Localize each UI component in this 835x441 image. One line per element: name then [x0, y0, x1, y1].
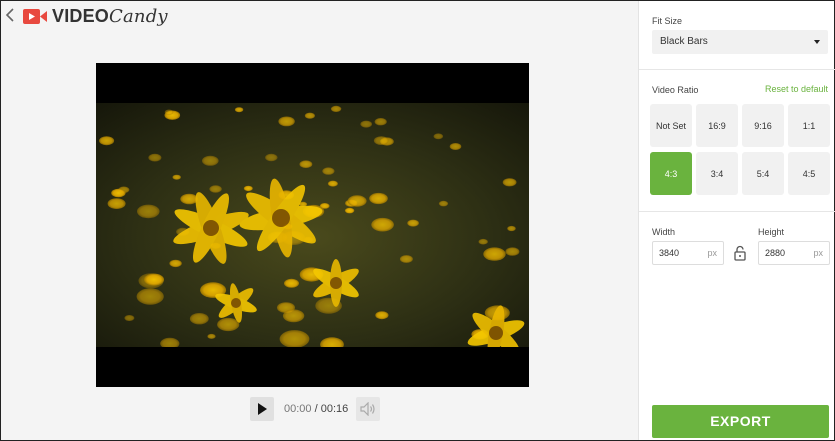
- height-value: 2880: [765, 248, 786, 258]
- back-chevron-icon[interactable]: [5, 7, 17, 25]
- time-separator: /: [311, 403, 321, 415]
- background-flower: [148, 153, 162, 162]
- background-flower: [507, 225, 516, 232]
- duration: 00:16: [320, 403, 349, 415]
- background-flower: [124, 315, 135, 321]
- background-flower: [369, 192, 388, 205]
- background-flower: [449, 143, 462, 150]
- background-flower: [433, 133, 444, 140]
- background-flower: [137, 204, 160, 219]
- logo: VIDEOCandy: [23, 6, 168, 27]
- width-label: Width: [652, 227, 676, 237]
- background-flower: [344, 207, 355, 214]
- ratio-button-3-4[interactable]: 3:4: [696, 152, 738, 195]
- ratio-button-5-4[interactable]: 5:4: [742, 152, 784, 195]
- background-flower: [136, 288, 164, 305]
- height-unit: px: [813, 248, 823, 258]
- divider: [639, 211, 835, 212]
- ratio-button-9-16[interactable]: 9:16: [742, 104, 784, 147]
- width-unit: px: [707, 248, 717, 258]
- background-flower: [407, 219, 419, 227]
- background-flower: [243, 185, 253, 192]
- background-flower: [374, 118, 387, 126]
- background-flower: [164, 109, 174, 115]
- background-flower: [483, 247, 506, 261]
- ratio-button-16-9[interactable]: 16:9: [696, 104, 738, 147]
- background-flower: [180, 193, 199, 205]
- background-flower: [278, 116, 295, 127]
- background-flower: [478, 238, 488, 245]
- background-flower: [107, 198, 126, 209]
- background-flower: [234, 107, 244, 113]
- reset-to-default-link[interactable]: Reset to default: [765, 84, 828, 94]
- logo-text: VIDEOCandy: [52, 6, 168, 27]
- background-flower: [330, 105, 342, 112]
- background-flower: [217, 317, 240, 332]
- video-frame: [96, 103, 529, 347]
- background-flower: [327, 180, 338, 187]
- play-button[interactable]: [250, 397, 274, 421]
- unlock-icon[interactable]: [733, 245, 747, 261]
- editor-workspace: VIDEOCandy 00:00 / 00:16: [1, 1, 638, 440]
- logo-text-video: VIDEO: [52, 6, 110, 26]
- ratio-button-4-5[interactable]: 4:5: [788, 152, 830, 195]
- caret-down-icon: [814, 40, 820, 44]
- ratio-button-4-3[interactable]: 4:3: [650, 152, 692, 195]
- ratio-button-not-set[interactable]: Not Set: [650, 104, 692, 147]
- background-flower: [209, 185, 222, 193]
- settings-panel: Fit Size Black Bars Video Ratio Reset to…: [638, 1, 835, 440]
- play-icon: [258, 403, 267, 415]
- ratio-button-1-1[interactable]: 1:1: [788, 104, 830, 147]
- video-camera-icon: [23, 9, 47, 24]
- background-flower: [347, 195, 367, 207]
- background-flower: [399, 255, 413, 263]
- export-button[interactable]: EXPORT: [652, 405, 829, 438]
- fit-size-dropdown[interactable]: Black Bars: [652, 30, 828, 54]
- background-flower: [111, 188, 126, 198]
- top-bar: VIDEOCandy: [1, 1, 638, 31]
- fit-size-label: Fit Size: [652, 16, 683, 26]
- background-flower: [265, 153, 278, 162]
- background-flower: [502, 178, 517, 187]
- background-flower: [375, 311, 389, 320]
- background-flower: [172, 174, 181, 180]
- fit-size-value: Black Bars: [660, 36, 708, 47]
- volume-button[interactable]: [356, 397, 381, 421]
- background-flower: [438, 200, 449, 207]
- width-value: 3840: [659, 248, 680, 258]
- background-flower: [360, 120, 373, 128]
- background-flower: [189, 313, 209, 325]
- background-flower: [299, 160, 313, 168]
- background-flower: [371, 217, 394, 232]
- time-display: 00:00 / 00:16: [284, 403, 348, 415]
- background-flower: [144, 273, 164, 286]
- logo-text-candy: Candy: [109, 6, 168, 27]
- background-flower: [169, 259, 182, 268]
- video-ratio-label: Video Ratio: [652, 85, 699, 95]
- divider: [639, 69, 835, 70]
- background-flower: [373, 136, 389, 145]
- current-time: 00:00: [284, 403, 312, 415]
- height-label: Height: [758, 227, 785, 237]
- background-flower: [207, 333, 216, 339]
- width-input[interactable]: 3840 px: [652, 241, 724, 265]
- background-flower: [99, 136, 115, 146]
- background-flower: [282, 309, 305, 323]
- volume-icon: [360, 402, 375, 416]
- video-preview[interactable]: [96, 63, 529, 387]
- playback-controls: 00:00 / 00:16: [250, 397, 381, 421]
- background-flower: [284, 278, 299, 288]
- background-flower: [505, 247, 520, 256]
- background-flower: [322, 167, 335, 175]
- ratio-grid: Not Set 16:9 9:16 1:1 4:3 3:4 5:4 4:5: [650, 104, 830, 195]
- background-flower: [304, 112, 315, 119]
- height-input[interactable]: 2880 px: [758, 241, 830, 265]
- background-flower: [202, 155, 219, 166]
- flower-field-image: [96, 103, 529, 347]
